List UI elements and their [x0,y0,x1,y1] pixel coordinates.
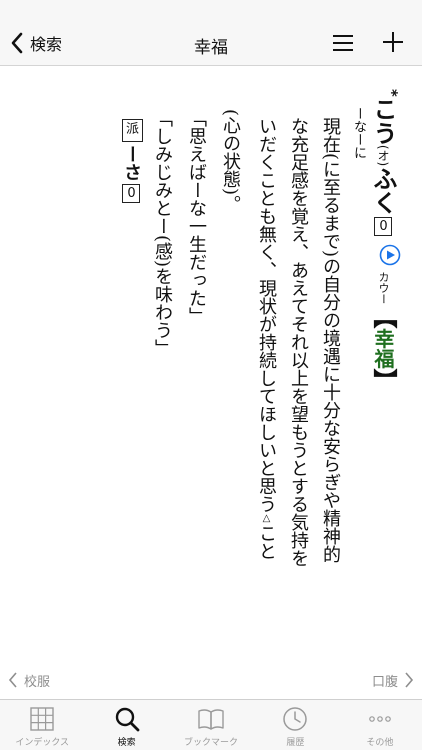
tab-search[interactable]: 検索 [84,700,168,750]
historical-kana-reading: カウー [377,271,390,305]
page-title: 幸福 [194,38,228,58]
dictionary-entry: *こう(オ)ふく0 カウー【幸福】 ーなーに 現在(に至るまで)の自分の境遇に十分… [0,67,422,657]
chevron-left-icon [8,672,17,688]
tab-bookmark[interactable]: ブックマーク [169,700,253,750]
definition-line-1: 現在(に至るまで)の自分の境遇に十分な安らぎや精神的 [320,117,341,564]
headword-okurigana: (オ) [376,144,390,167]
derivative-word: ーさ [121,145,142,181]
play-audio-button[interactable] [379,244,401,266]
definition-line-3: いだくことも無く、現状が持続してほしいと思う△こと [254,117,278,560]
headword-part1: こう [369,96,397,145]
headword-part2: ふく [369,166,397,215]
tab-index[interactable]: インデックス [0,700,84,750]
previous-entry-label: 校服 [24,674,51,690]
chevron-left-icon [11,32,23,54]
definition-line-2: な充足感を覚え、あえてそれ以上を望もうとする気持を [288,117,309,567]
next-entry-link[interactable]: 口腹 [372,670,414,690]
example-2: 「しみじみとー(感)を味わう」 [152,109,173,358]
tab-label: その他 [366,738,394,748]
grammar-note: ーなーに [351,107,366,159]
chevron-right-icon [405,672,414,688]
list-menu-icon[interactable] [330,31,356,55]
tab-label: インデックス [15,738,70,748]
tab-label: 履歴 [286,738,305,748]
more-icon [369,716,391,722]
play-icon [379,244,401,266]
category-note: (心の状態)。 [220,109,241,214]
derivative-accent-badge: 0 [122,184,140,203]
definition-tail: こと [256,524,277,560]
tab-bar: インデックス 検索 ブックマーク 履歴 その他 [0,699,422,750]
back-button[interactable]: 検索 [10,29,62,57]
accent-badge: 0 [374,217,392,237]
search-icon [115,707,140,732]
back-label: 検索 [30,35,63,54]
example-1: 「思えばーな一生だった」 [186,109,207,325]
grid-icon [30,707,54,731]
navigation-bar: 検索 幸福 [0,0,422,66]
tab-label: ブックマーク [184,738,239,748]
common-word-asterisk: * [383,89,401,97]
kanji-bracket-close: 】 [369,368,397,393]
previous-entry-link[interactable]: 校服 [8,670,50,690]
plus-icon[interactable] [381,30,405,54]
clock-icon [283,707,308,731]
triangle-mark: △ [261,513,272,524]
tab-history[interactable]: 履歴 [253,700,337,750]
book-icon [198,709,224,730]
derivative-badge: 派 [122,119,143,142]
definition-line-3-text: いだくことも無く、現状が持続してほしいと思う [256,117,277,513]
tab-label: 検索 [117,738,136,748]
headword-column: *こう(オ)ふく0 カウー【幸福】 [369,89,405,393]
next-entry-label: 口腹 [371,674,398,690]
kanji-bracket-open: 【 [369,304,397,329]
tab-more[interactable]: その他 [338,700,422,750]
derivative-column: ーさ 0 [120,145,142,206]
kanji-spelling: 幸福 [371,328,395,369]
